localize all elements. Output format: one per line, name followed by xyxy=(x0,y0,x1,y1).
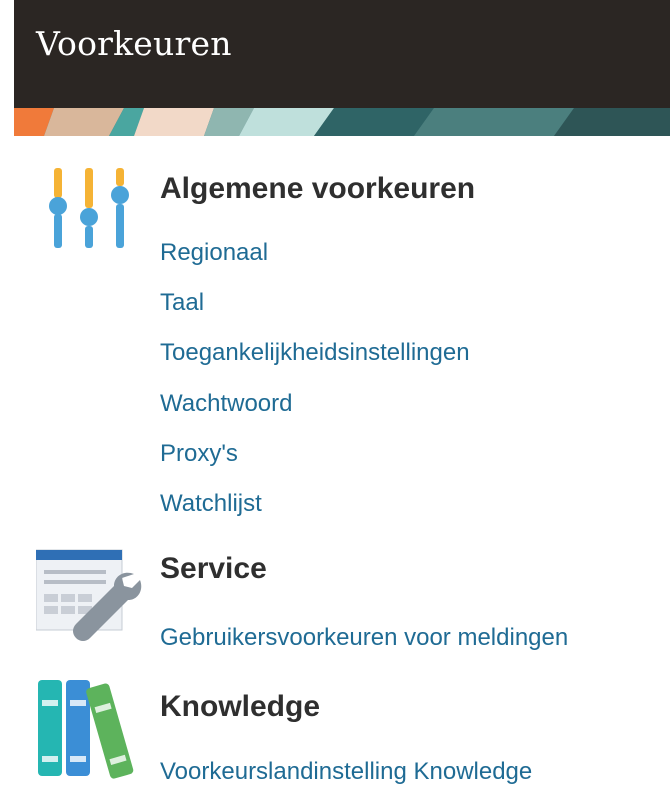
link-user-notification-preferences[interactable]: Gebruikersvoorkeuren voor meldingen xyxy=(160,624,568,652)
books-icon xyxy=(38,680,134,779)
link-wachtwoord[interactable]: Wachtwoord xyxy=(160,390,293,418)
section-service: Service Gebruikersvoorkeuren voor meldin… xyxy=(0,540,670,660)
link-toegankelijkheidsinstellingen[interactable]: Toegankelijkheidsinstellingen xyxy=(160,339,470,367)
section-knowledge: Knowledge Voorkeurslandinstelling Knowle… xyxy=(0,660,670,788)
link-proxys[interactable]: Proxy's xyxy=(160,440,238,468)
section-title: Algemene voorkeuren xyxy=(160,172,476,205)
link-watchlijst[interactable]: Watchlijst xyxy=(160,490,262,518)
link-taal[interactable]: Taal xyxy=(160,289,204,317)
sliders-icon xyxy=(49,168,129,248)
service-wrench-icon xyxy=(36,549,142,641)
link-regionaal[interactable]: Regionaal xyxy=(160,239,268,267)
section-general-preferences: Algemene voorkeuren Regionaal Taal Toega… xyxy=(0,0,670,540)
link-knowledge-locale[interactable]: Voorkeurslandinstelling Knowledge xyxy=(160,758,532,786)
section-title: Service xyxy=(160,552,267,585)
section-title: Knowledge xyxy=(160,690,321,723)
